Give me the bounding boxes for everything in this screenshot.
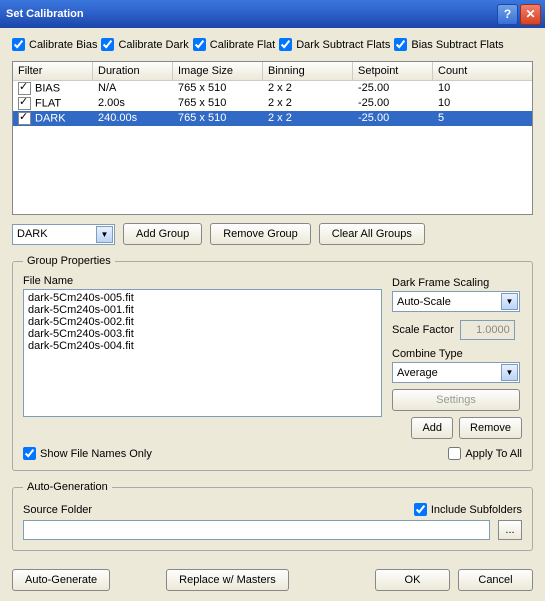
ok-button[interactable]: OK [375,569,450,591]
combine-type-select[interactable]: Average ▼ [392,362,520,383]
clear-all-groups-button[interactable]: Clear All Groups [319,223,425,245]
remove-group-button[interactable]: Remove Group [210,223,311,245]
add-file-button[interactable]: Add [411,417,453,439]
list-item[interactable]: dark-5Cm240s-001.fit [26,304,379,316]
table-row[interactable]: DARK 240.00s 765 x 510 2 x 2 -25.00 5 [13,111,532,126]
list-item[interactable]: dark-5Cm240s-004.fit [26,340,379,352]
row-check-icon[interactable] [18,112,31,125]
col-duration[interactable]: Duration [93,62,173,80]
list-item[interactable]: dark-5Cm240s-003.fit [26,328,379,340]
row-check-icon[interactable] [18,97,31,110]
cancel-button[interactable]: Cancel [458,569,533,591]
col-image-size[interactable]: Image Size [173,62,263,80]
dark-scaling-label: Dark Frame Scaling [392,277,522,289]
help-button[interactable]: ? [497,4,518,25]
chevron-down-icon: ▼ [501,364,518,381]
col-filter[interactable]: Filter [13,62,93,80]
auto-generation-fieldset: Auto-Generation Source Folder Include Su… [12,481,533,551]
source-folder-label: Source Folder [23,504,92,516]
group-properties-fieldset: Group Properties File Name dark-5Cm240s-… [12,255,533,471]
list-item[interactable]: dark-5Cm240s-002.fit [26,316,379,328]
group-type-select[interactable]: DARK ▼ [12,224,115,245]
groups-table[interactable]: Filter Duration Image Size Binning Setpo… [12,61,533,215]
calibrate-bias-check[interactable]: Calibrate Bias [12,38,97,51]
scale-factor-label: Scale Factor [392,324,454,336]
include-subfolders-check[interactable]: Include Subfolders [414,503,522,516]
group-properties-legend: Group Properties [23,255,115,267]
bias-subtract-flats-check[interactable]: Bias Subtract Flats [394,38,503,51]
auto-generate-button[interactable]: Auto-Generate [12,569,110,591]
row-check-icon[interactable] [18,82,31,95]
browse-button[interactable]: ... [498,520,522,540]
col-binning[interactable]: Binning [263,62,353,80]
list-item[interactable]: dark-5Cm240s-005.fit [26,292,379,304]
table-header: Filter Duration Image Size Binning Setpo… [13,62,532,81]
close-button[interactable]: ✕ [520,4,541,25]
file-name-label: File Name [23,275,382,287]
add-group-button[interactable]: Add Group [123,223,202,245]
replace-masters-button[interactable]: Replace w/ Masters [166,569,289,591]
chevron-down-icon: ▼ [501,293,518,310]
file-list[interactable]: dark-5Cm240s-005.fit dark-5Cm240s-001.fi… [23,289,382,417]
dark-scaling-select[interactable]: Auto-Scale ▼ [392,291,520,312]
chevron-down-icon: ▼ [96,226,113,243]
calibrate-flat-check[interactable]: Calibrate Flat [193,38,275,51]
remove-file-button[interactable]: Remove [459,417,522,439]
calibrate-dark-check[interactable]: Calibrate Dark [101,38,188,51]
top-checkbox-row: Calibrate Bias Calibrate Dark Calibrate … [12,38,533,51]
combine-type-label: Combine Type [392,348,522,360]
table-row[interactable]: BIAS N/A 765 x 510 2 x 2 -25.00 10 [13,81,532,96]
source-folder-input[interactable] [23,520,490,540]
window-title: Set Calibration [6,8,495,20]
scale-factor-input [460,320,515,340]
show-file-names-check[interactable]: Show File Names Only [23,447,152,460]
settings-button: Settings [392,389,520,411]
apply-to-all-check[interactable]: Apply To All [448,447,522,460]
dark-subtract-flats-check[interactable]: Dark Subtract Flats [279,38,390,51]
table-row[interactable]: FLAT 2.00s 765 x 510 2 x 2 -25.00 10 [13,96,532,111]
col-setpoint[interactable]: Setpoint [353,62,433,80]
titlebar: Set Calibration ? ✕ [0,0,545,28]
col-count[interactable]: Count [433,62,532,80]
auto-generation-legend: Auto-Generation [23,481,112,493]
